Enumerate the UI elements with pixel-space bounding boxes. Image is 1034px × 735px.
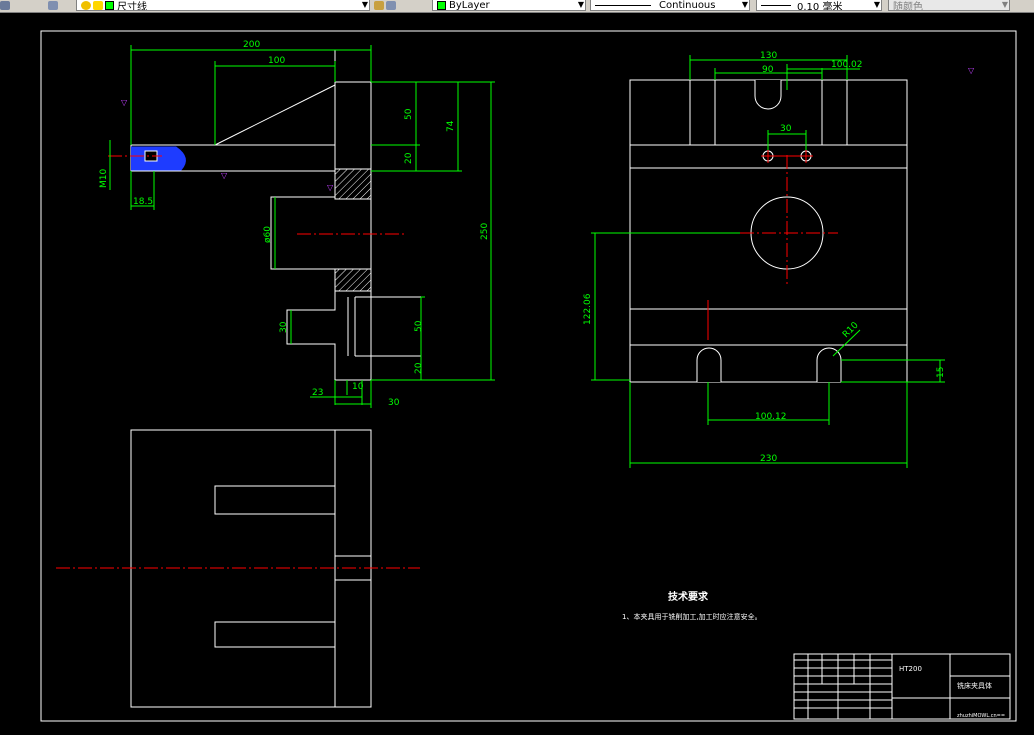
drawing-canvas[interactable]: 200 100 50 74 20 250 M10 18.5 ø60 30 50 … xyxy=(0,13,1034,731)
title-block-footer: zhuzhiMOWL.cn== xyxy=(957,713,1005,719)
dim-10-label: 10 xyxy=(352,382,364,392)
dim-90-label: 90 xyxy=(762,65,774,75)
svg-text:▽: ▽ xyxy=(327,183,334,192)
dim-50-label: 50 xyxy=(404,108,414,120)
linetype-dropdown-value: Continuous xyxy=(659,0,716,11)
layer-color-swatch xyxy=(105,0,114,10)
color-dropdown-value: ByLayer xyxy=(449,0,490,11)
chevron-down-icon: ▼ xyxy=(577,0,584,9)
chevron-down-icon: ▼ xyxy=(361,0,368,9)
drawing-frame xyxy=(40,30,1017,722)
title-block-name: 铣床夹具体 xyxy=(957,681,992,690)
notes-title: 技术要求 xyxy=(668,590,709,603)
properties-toolbar: 尺寸线 ▼ ByLayer ▼ Continuous ▼ 0.10 毫米 ▼ 随… xyxy=(0,0,1034,13)
side-view-dim-text: 200 100 50 74 20 250 M10 18.5 ø60 30 50 … xyxy=(99,40,490,408)
dim-m10-label: M10 xyxy=(99,169,109,188)
dim-74-label: 74 xyxy=(446,120,456,132)
dim-30c-label: 30 xyxy=(780,124,792,134)
front-view xyxy=(629,79,908,383)
front-view-centerlines xyxy=(707,150,838,340)
dim-250-label: 250 xyxy=(480,223,490,240)
color-swatch xyxy=(437,0,446,10)
layer-previous-icon[interactable] xyxy=(386,1,396,10)
side-view xyxy=(130,50,421,381)
dim-30-label: 30 xyxy=(279,321,289,333)
drawing-svg[interactable]: 200 100 50 74 20 250 M10 18.5 ø60 30 50 … xyxy=(0,13,1034,731)
dim-20b-label: 20 xyxy=(414,362,424,374)
svg-text:▽: ▽ xyxy=(968,66,975,75)
lineweight-dropdown-value: 0.10 毫米 xyxy=(797,1,843,11)
linetype-preview xyxy=(595,4,651,6)
chevron-down-icon: ▼ xyxy=(741,0,748,9)
dim-23-label: 23 xyxy=(312,388,323,398)
dim-50b-label: 50 xyxy=(414,320,424,332)
dim-200-label: 200 xyxy=(243,40,260,50)
dim-100-02-label: 100.02 xyxy=(831,60,863,70)
layer-states-button[interactable] xyxy=(48,0,72,11)
front-view-dim-text: 130 90 100.02 30 122.06 R10 15 100.12 23… xyxy=(583,51,946,464)
plotstyle-dropdown-value: 随颜色 xyxy=(893,1,923,11)
linetype-dropdown[interactable]: Continuous ▼ xyxy=(590,0,750,11)
title-block-material: HT200 xyxy=(899,665,922,673)
svg-text:▽: ▽ xyxy=(121,98,128,107)
dim-122-06-label: 122.06 xyxy=(583,293,593,325)
bulb-icon xyxy=(81,0,91,10)
sun-icon xyxy=(93,0,103,10)
dim-15-label: 15 xyxy=(936,367,946,378)
side-view-dimensions xyxy=(109,45,495,408)
layer-manager-icon[interactable] xyxy=(0,1,10,10)
dim-100-12-label: 100.12 xyxy=(755,412,787,422)
color-dropdown[interactable]: ByLayer ▼ xyxy=(432,0,586,11)
layer-dropdown-value: 尺寸线 xyxy=(117,1,147,11)
layer-dropdown[interactable]: 尺寸线 ▼ xyxy=(76,0,370,11)
plotstyle-dropdown[interactable]: 随颜色 ▼ xyxy=(888,0,1010,11)
toolbar-icons-left[interactable] xyxy=(0,0,26,11)
dim-130-label: 130 xyxy=(760,51,777,61)
dim-230-label: 230 xyxy=(760,454,777,464)
notes-line-1: 1、本夹具用于铣削加工,加工时应注意安全。 xyxy=(622,612,762,621)
chevron-down-icon: ▼ xyxy=(1001,0,1008,9)
dim-18-5-label: 18.5 xyxy=(133,197,153,207)
svg-text:▽: ▽ xyxy=(221,171,228,180)
make-current-icon[interactable] xyxy=(374,1,384,10)
dim-60-label: ø60 xyxy=(263,226,273,243)
layers-icon xyxy=(48,1,58,10)
dim-20-label: 20 xyxy=(404,152,414,164)
dim-100-label: 100 xyxy=(268,56,285,66)
front-view-dimensions xyxy=(591,55,945,468)
lineweight-preview xyxy=(761,4,791,6)
chevron-down-icon: ▼ xyxy=(873,0,880,9)
dim-30b-label: 30 xyxy=(388,398,400,408)
lineweight-dropdown[interactable]: 0.10 毫米 ▼ xyxy=(756,0,882,11)
layer-tools[interactable] xyxy=(374,0,418,11)
dim-r10-label: R10 xyxy=(841,320,861,340)
